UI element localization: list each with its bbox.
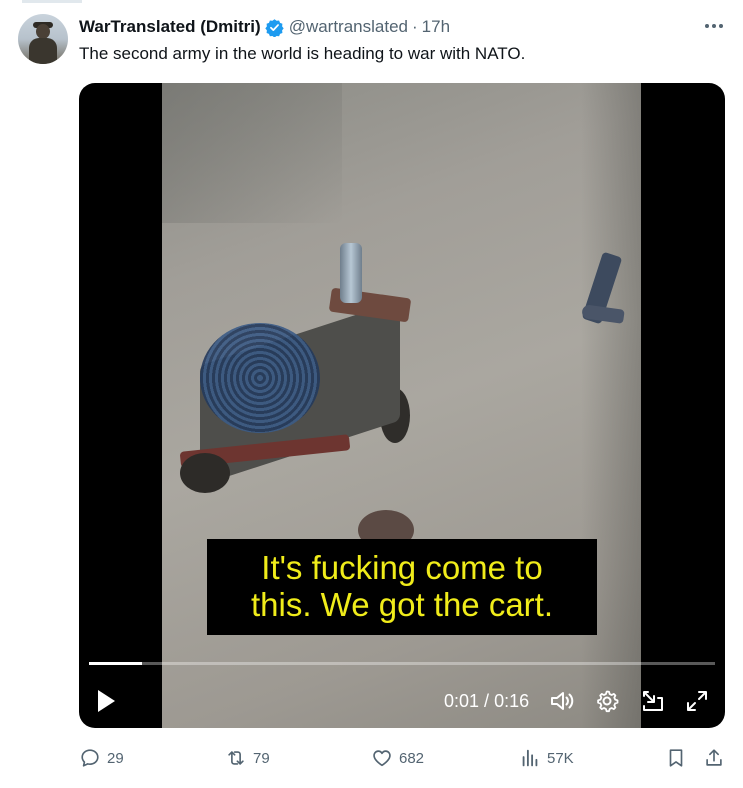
- more-options-icon[interactable]: [702, 18, 726, 34]
- author-name[interactable]: WarTranslated (Dmitri): [79, 17, 261, 37]
- time-separator: /: [479, 691, 495, 711]
- repost-icon: [228, 751, 244, 765]
- repost-button[interactable]: 79: [225, 744, 270, 772]
- verified-badge-icon: [265, 18, 284, 37]
- video-progress-bar[interactable]: [89, 662, 715, 665]
- play-icon[interactable]: [93, 686, 119, 716]
- top-divider: [22, 0, 82, 3]
- repost-count: 79: [253, 749, 270, 767]
- tweet-actions: 29 79 682 57K: [79, 744, 729, 772]
- tweet-text: The second army in the world is heading …: [79, 44, 526, 63]
- heart-icon: [373, 750, 391, 767]
- bookmark-icon: [669, 749, 683, 767]
- avatar[interactable]: [18, 14, 68, 64]
- reply-button[interactable]: 29: [79, 744, 124, 772]
- subtitle-line-1: It's fucking come to: [261, 549, 543, 586]
- volume-icon[interactable]: [548, 687, 576, 715]
- share-button[interactable]: [703, 744, 731, 772]
- share-icon: [706, 749, 722, 766]
- video-controls: 0:01 / 0:16: [79, 681, 725, 721]
- video-player[interactable]: It's fucking come to this. We got the ca…: [79, 83, 725, 728]
- like-count: 682: [399, 749, 425, 767]
- video-subtitle: It's fucking come to this. We got the ca…: [207, 539, 597, 635]
- bookmark-button[interactable]: [665, 744, 693, 772]
- author-handle[interactable]: @wartranslated: [289, 17, 408, 37]
- reply-count: 29: [107, 749, 124, 767]
- current-time: 0:01: [444, 691, 480, 711]
- fullscreen-icon[interactable]: [683, 687, 711, 715]
- views-button[interactable]: 57K: [519, 744, 574, 772]
- duration: 0:16: [494, 691, 530, 711]
- timestamp[interactable]: 17h: [422, 17, 450, 37]
- cable-coil: [200, 323, 320, 433]
- subtitle-line-2: this. We got the cart.: [250, 586, 554, 623]
- avatar-head: [36, 24, 50, 39]
- views-count: 57K: [547, 749, 574, 767]
- views-chart-icon: [522, 749, 538, 767]
- like-button[interactable]: 682: [371, 744, 424, 772]
- avatar-figure: [29, 38, 57, 64]
- video-time: 0:01 / 0:16: [444, 691, 529, 712]
- reply-icon: [81, 749, 99, 767]
- settings-icon[interactable]: [593, 687, 621, 715]
- picture-in-picture-icon[interactable]: [639, 687, 667, 715]
- cart-image: [179, 243, 430, 493]
- separator-dot: ·: [412, 17, 418, 36]
- road-shading: [162, 83, 342, 223]
- video-progress-fill: [89, 662, 143, 665]
- tweet-header: WarTranslated (Dmitri) @wartranslated · …: [79, 16, 450, 38]
